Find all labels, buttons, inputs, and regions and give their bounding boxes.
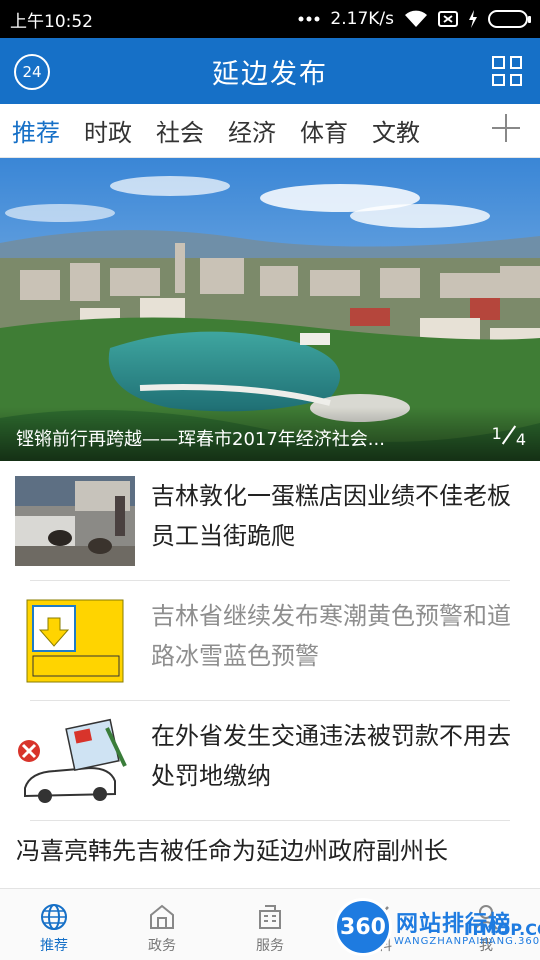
news-title: 吉林省继续发布寒潮黄色预警和道路冰雪蓝色预警 [151, 602, 511, 670]
battery-icon [488, 10, 531, 28]
sim-icon [438, 11, 458, 27]
banner-pager-current: 1 [491, 424, 502, 443]
tab-recommend[interactable]: 推荐 [12, 113, 60, 148]
tab-sports[interactable]: 体育 [300, 113, 348, 148]
wifi-icon [404, 10, 428, 28]
nav-label: 推荐 [40, 938, 68, 954]
tab-society[interactable]: 社会 [156, 113, 204, 148]
news-item-text[interactable]: 冯喜亮韩先吉被任命为延边州政府副州长 [0, 821, 540, 881]
news-thumbnail [15, 716, 135, 806]
nav-recommend[interactable]: 推荐 [0, 889, 108, 960]
signal-dots-icon [298, 16, 320, 22]
news-thumbnail [15, 476, 135, 566]
watermark-logo: 360 [334, 898, 392, 956]
globe-icon [41, 904, 67, 930]
24-hours-icon[interactable]: 24 [14, 54, 50, 90]
header-left-badge: 24 [22, 63, 42, 81]
news-title: 冯喜亮韩先吉被任命为延边州政府副州长 [16, 837, 448, 865]
status-indicators: 2.17K/s [298, 9, 531, 29]
building-icon [259, 905, 281, 929]
news-item[interactable]: 吉林敦化一蛋糕店因业绩不佳老板员工当街跪爬 [0, 461, 540, 581]
news-thumbnail: °C [15, 596, 135, 686]
government-icon [150, 904, 174, 929]
banner-caption: 铿锵前行再跨越——珲春市2017年经济社会... [0, 407, 540, 461]
status-bar: 上午10:52 2.17K/s [0, 0, 540, 38]
app-header: 24 延边发布 [0, 38, 540, 104]
tab-politics[interactable]: 时政 [84, 113, 132, 148]
news-item[interactable]: °C 吉林省继续发布寒潮黄色预警和道路冰雪蓝色预警 [0, 581, 540, 701]
news-item[interactable]: 在外省发生交通违法被罚款不用去处罚地缴纳 [0, 701, 540, 821]
featured-banner[interactable]: 铿锵前行再跨越——珲春市2017年经济社会... 14 [0, 158, 540, 461]
app-title: 延边发布 [212, 58, 328, 90]
nav-label: 服务 [256, 938, 284, 954]
nav-service[interactable]: 服务 [216, 889, 324, 960]
banner-caption-text: 铿锵前行再跨越——珲春市2017年经济社会... [16, 429, 385, 450]
grid-icon[interactable] [492, 56, 522, 86]
nav-label: 政务 [148, 938, 176, 954]
news-list: 吉林敦化一蛋糕店因业绩不佳老板员工当街跪爬 °C 吉林省继续发布寒潮黄色预警和道… [0, 461, 540, 821]
news-title: 吉林敦化一蛋糕店因业绩不佳老板员工当街跪爬 [151, 482, 511, 550]
plus-icon[interactable] [492, 114, 520, 142]
watermark-site: ITMOP.COM [464, 920, 540, 939]
charging-icon [468, 10, 478, 28]
nav-government[interactable]: 政务 [108, 889, 216, 960]
banner-pager-total: 4 [515, 430, 526, 449]
news-title: 在外省发生交通违法被罚款不用去处罚地缴纳 [151, 722, 511, 790]
tab-economy[interactable]: 经济 [228, 113, 276, 148]
status-time: 上午10:52 [10, 11, 93, 32]
banner-pager: 14 [491, 424, 526, 449]
watermark: 360 网站排行榜 WANGZHANPAIHANG.360.CN ITMOP.C… [334, 898, 540, 958]
network-speed: 2.17K/s [330, 9, 394, 29]
category-tabs: 推荐 时政 社会 经济 体育 文教 [0, 104, 540, 158]
pager-slash [504, 425, 514, 445]
tab-culture-education[interactable]: 文教 [372, 113, 420, 148]
